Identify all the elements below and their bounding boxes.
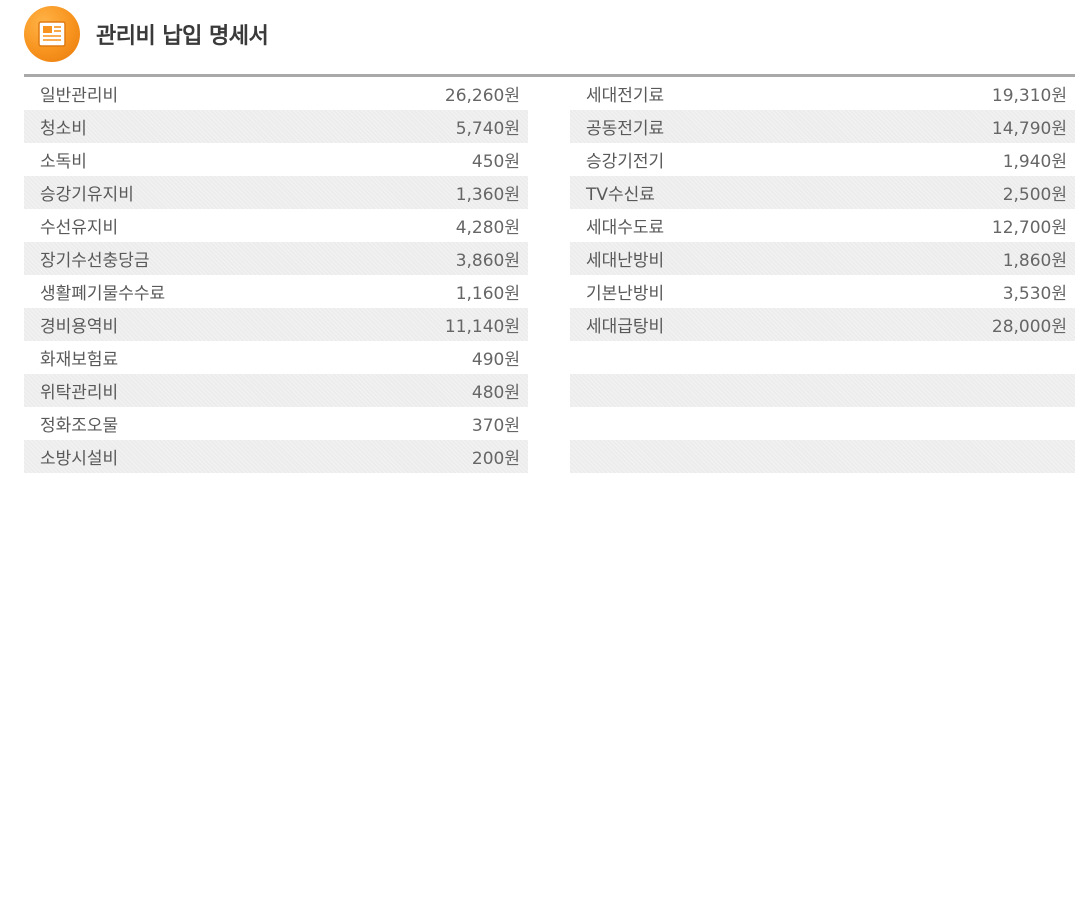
fee-label: 장기수선충당금 bbox=[40, 251, 150, 271]
fee-label: 소독비 bbox=[40, 152, 87, 172]
fee-amount: 19,310원 bbox=[991, 86, 1067, 106]
fee-amount: 4,280원 bbox=[455, 218, 520, 238]
fee-amount: 2,500원 bbox=[1002, 185, 1067, 205]
fee-row: 위탁관리비 480원 bbox=[24, 374, 528, 407]
fee-row: 세대수도료 12,700원 bbox=[570, 209, 1075, 242]
fee-label: 생활폐기물수수료 bbox=[40, 284, 166, 304]
fee-label: 정화조오물 bbox=[40, 416, 119, 436]
fee-label: 청소비 bbox=[40, 119, 87, 139]
fee-row: 세대난방비 1,860원 bbox=[570, 242, 1075, 275]
fee-label: 화재보험료 bbox=[40, 350, 119, 370]
fee-amount: 12,700원 bbox=[991, 218, 1067, 238]
fee-label: 세대급탕비 bbox=[586, 317, 665, 337]
fee-row-empty bbox=[570, 407, 1075, 440]
fee-row: 세대급탕비 28,000원 bbox=[570, 308, 1075, 341]
fee-amount: 1,160원 bbox=[455, 284, 520, 304]
fee-amount: 490원 bbox=[471, 350, 520, 370]
fee-label: 위탁관리비 bbox=[40, 383, 119, 403]
fee-amount: 5,740원 bbox=[455, 119, 520, 139]
fee-label: 승강기유지비 bbox=[40, 185, 134, 205]
fee-label: 공동전기료 bbox=[586, 119, 665, 139]
fee-amount: 200원 bbox=[471, 449, 520, 469]
fee-label: TV수신료 bbox=[586, 185, 655, 205]
fee-label: 경비용역비 bbox=[40, 317, 119, 337]
fee-amount: 3,860원 bbox=[455, 251, 520, 271]
fee-table-right: 세대전기료 19,310원 공동전기료 14,790원 승강기전기 1,940원 TV… bbox=[570, 77, 1075, 473]
fee-label: 일반관리비 bbox=[40, 86, 119, 106]
fee-amount: 450원 bbox=[471, 152, 520, 172]
fee-row: 청소비 5,740원 bbox=[24, 110, 528, 143]
fee-row: 수선유지비 4,280원 bbox=[24, 209, 528, 242]
fee-amount: 3,530원 bbox=[1002, 284, 1067, 304]
fee-row: 일반관리비 26,260원 bbox=[24, 77, 528, 110]
fee-row: 정화조오물 370원 bbox=[24, 407, 528, 440]
fee-row: 장기수선충당금 3,860원 bbox=[24, 242, 528, 275]
fee-amount: 26,260원 bbox=[444, 86, 520, 106]
fee-row-empty bbox=[570, 440, 1075, 473]
fee-row: 화재보험료 490원 bbox=[24, 341, 528, 374]
fee-label: 승강기전기 bbox=[586, 152, 665, 172]
fee-label: 세대난방비 bbox=[586, 251, 665, 271]
fee-amount: 370원 bbox=[471, 416, 520, 436]
fee-row: TV수신료 2,500원 bbox=[570, 176, 1075, 209]
fee-label: 소방시설비 bbox=[40, 449, 119, 469]
fee-amount: 14,790원 bbox=[991, 119, 1067, 139]
receipt-document-icon bbox=[24, 6, 80, 62]
fee-table-left: 일반관리비 26,260원 청소비 5,740원 소독비 450원 승강기유지비 1,3… bbox=[24, 77, 528, 473]
fee-amount: 1,860원 bbox=[1002, 251, 1067, 271]
fee-row: 기본난방비 3,530원 bbox=[570, 275, 1075, 308]
fee-row: 생활폐기물수수료 1,160원 bbox=[24, 275, 528, 308]
fee-label: 세대전기료 bbox=[586, 86, 665, 106]
fee-row: 소방시설비 200원 bbox=[24, 440, 528, 473]
fee-row: 세대전기료 19,310원 bbox=[570, 77, 1075, 110]
fee-amount: 1,360원 bbox=[455, 185, 520, 205]
page-header: 관리비 납입 명세서 bbox=[24, 6, 269, 62]
fee-row: 공동전기료 14,790원 bbox=[570, 110, 1075, 143]
fee-amount: 1,940원 bbox=[1002, 152, 1067, 172]
fee-row-empty bbox=[570, 341, 1075, 374]
fee-amount: 480원 bbox=[471, 383, 520, 403]
fee-row: 소독비 450원 bbox=[24, 143, 528, 176]
page-title: 관리비 납입 명세서 bbox=[96, 24, 269, 49]
fee-amount: 28,000원 bbox=[991, 317, 1067, 337]
fee-amount: 11,140원 bbox=[444, 317, 520, 337]
fee-row: 승강기전기 1,940원 bbox=[570, 143, 1075, 176]
fee-row-empty bbox=[570, 374, 1075, 407]
fee-label: 수선유지비 bbox=[40, 218, 119, 238]
fee-row: 승강기유지비 1,360원 bbox=[24, 176, 528, 209]
fee-row: 경비용역비 11,140원 bbox=[24, 308, 528, 341]
fee-label: 세대수도료 bbox=[586, 218, 665, 238]
fee-label: 기본난방비 bbox=[586, 284, 665, 304]
